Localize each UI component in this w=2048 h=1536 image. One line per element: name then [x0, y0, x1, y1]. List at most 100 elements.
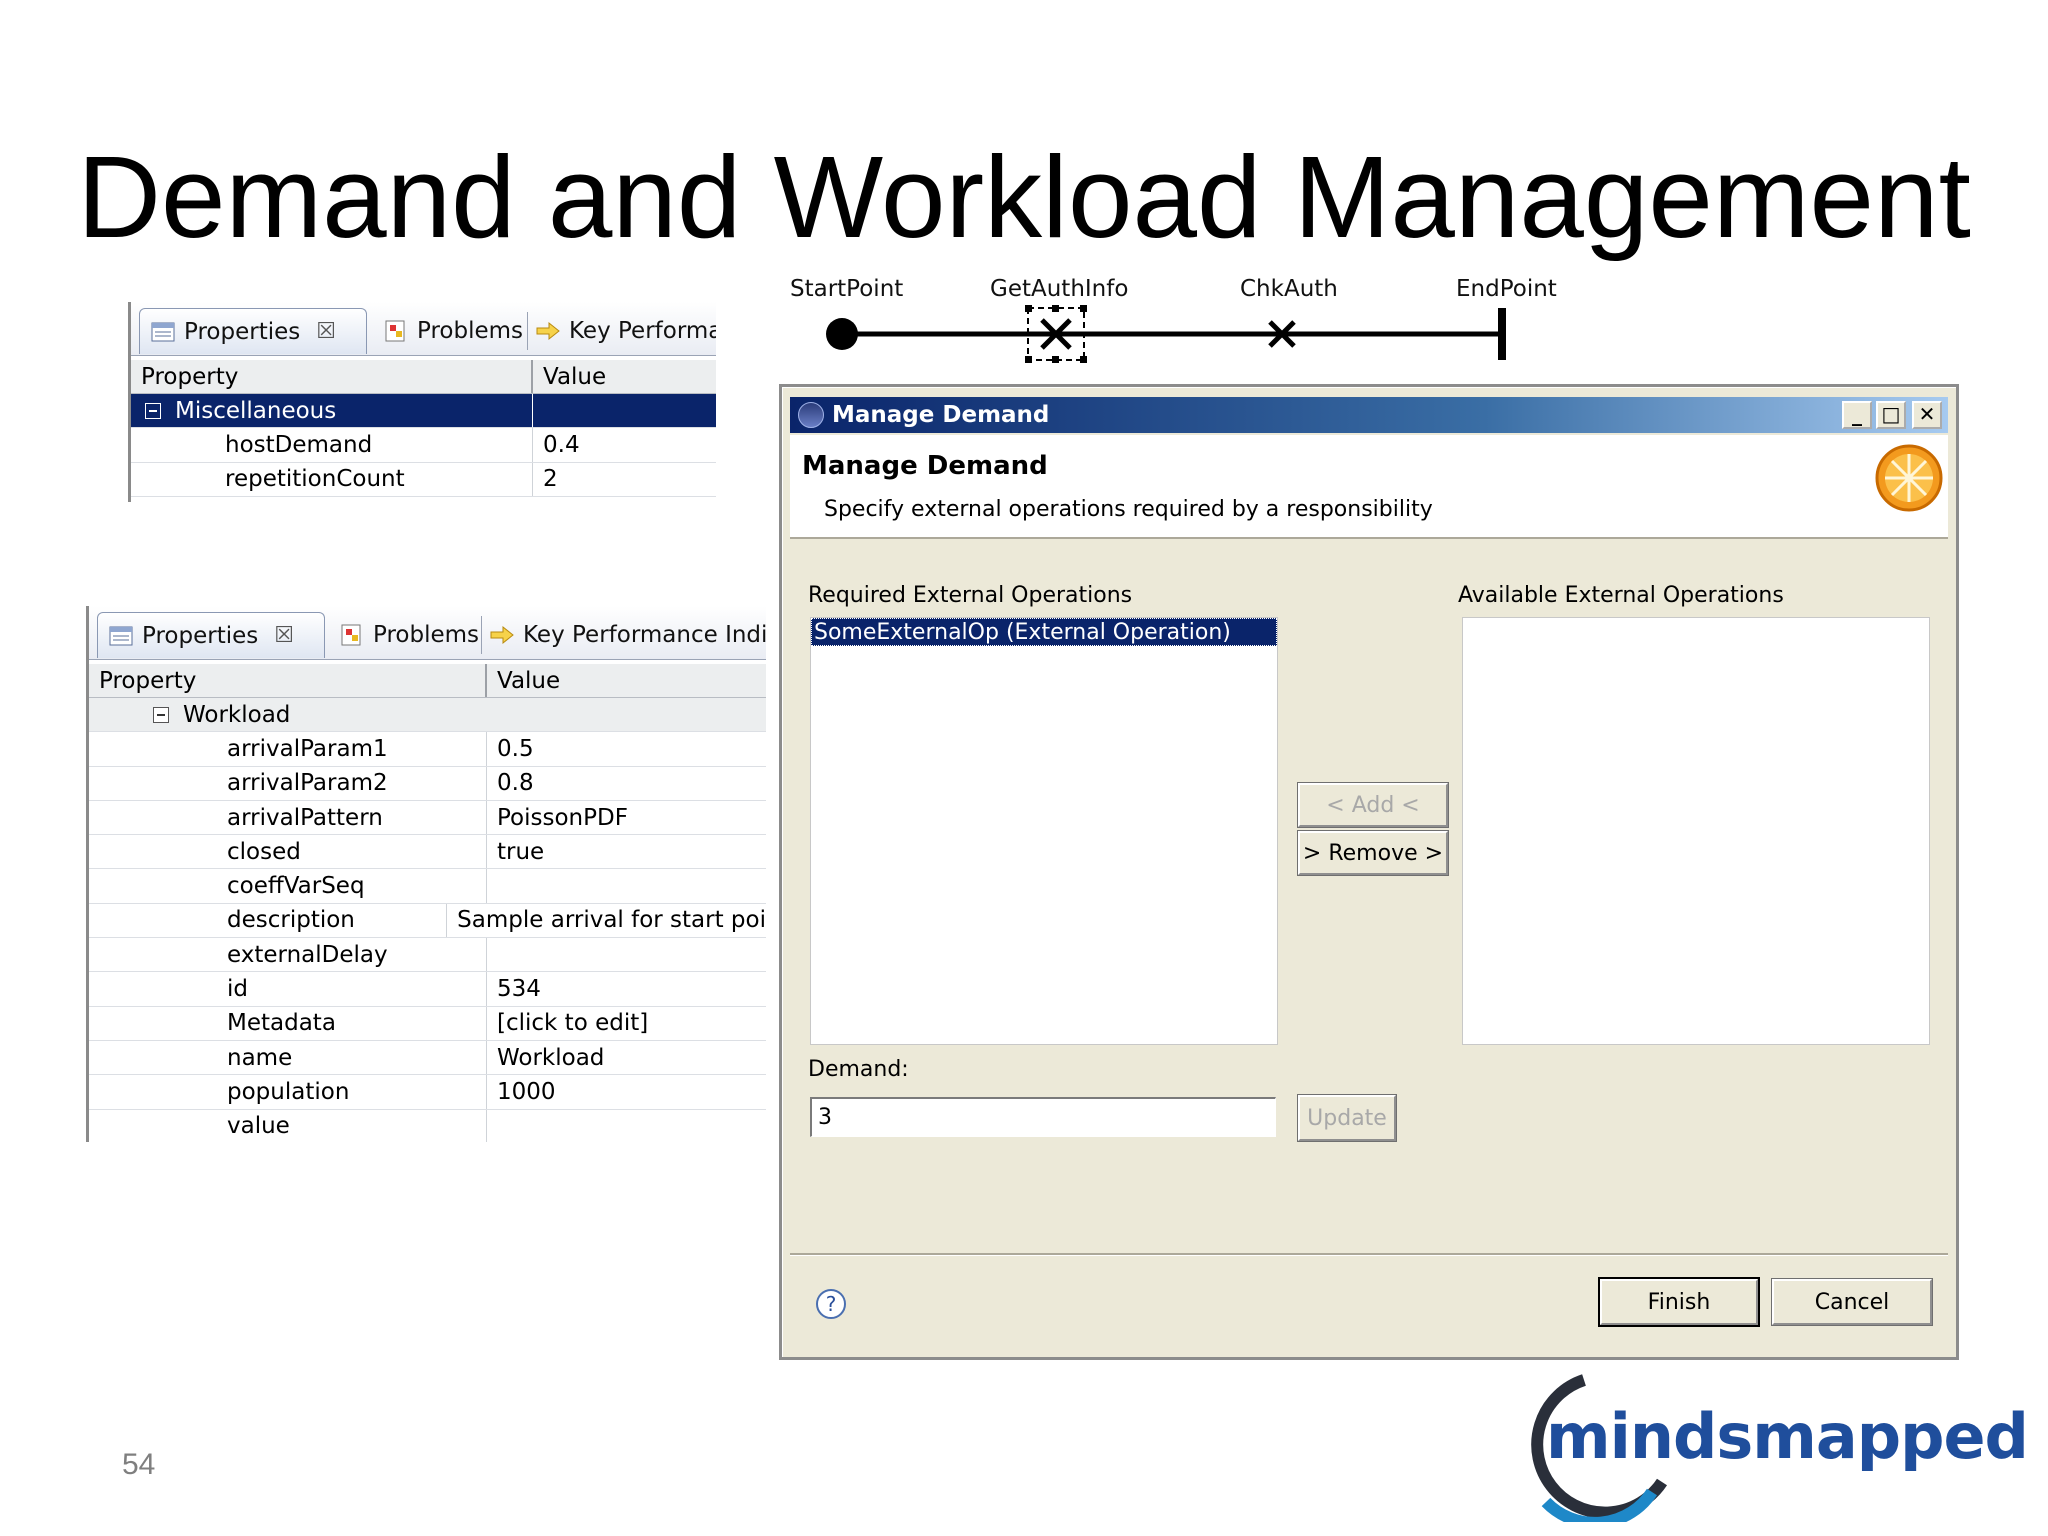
column-header-value[interactable]: Value — [487, 664, 766, 697]
flow-label-chkauth: ChkAuth — [1240, 276, 1338, 302]
dialog-heading: Manage Demand — [802, 451, 1048, 481]
collapse-icon[interactable] — [145, 402, 161, 419]
property-value[interactable]: 2 — [533, 463, 558, 496]
table-row[interactable]: id 534 — [89, 972, 766, 1007]
add-button[interactable]: < Add < — [1297, 782, 1449, 828]
tab-label: Problems — [373, 622, 480, 648]
property-value[interactable]: Workload — [487, 1041, 604, 1074]
table-row[interactable]: repetitionCount 2 — [131, 462, 716, 497]
table-row[interactable]: name Workload — [89, 1040, 766, 1076]
property-name: arrivalParam1 — [89, 732, 487, 766]
tab-key-performance[interactable]: Key Performance Indica — [489, 612, 766, 658]
logo-text: mindsmapped — [1546, 1400, 2029, 1473]
property-value[interactable]: [click to edit] — [487, 1007, 648, 1040]
required-operations-label: Required External Operations — [808, 583, 1133, 608]
table-row[interactable]: arrivalParam2 0.8 — [89, 766, 766, 801]
property-name: id — [89, 972, 487, 1006]
tab-key-performance[interactable]: Key Performa — [535, 308, 716, 354]
collapse-icon[interactable] — [153, 706, 169, 723]
dialog-titlebar[interactable]: Manage Demand _ □ ✕ — [790, 397, 1948, 433]
properties-icon — [150, 320, 176, 344]
remove-button[interactable]: > Remove > — [1297, 830, 1449, 876]
property-name: externalDelay — [89, 938, 487, 972]
tab-label: Key Performance Indica — [523, 622, 766, 648]
problems-icon — [339, 623, 365, 647]
close-icon[interactable]: ☒ — [274, 623, 294, 648]
maximize-button[interactable]: □ — [1876, 401, 1906, 429]
table-row[interactable]: externalDelay — [89, 938, 766, 973]
tab-properties[interactable]: Properties ☒ — [139, 308, 367, 354]
property-value[interactable]: Sample arrival for start poi — [447, 904, 766, 937]
column-header-value[interactable]: Value — [533, 360, 716, 393]
dialog-banner: Manage Demand Specify external operation… — [790, 435, 1948, 539]
table-row[interactable]: hostDemand 0.4 — [131, 428, 716, 463]
property-value[interactable]: true — [487, 835, 544, 868]
tab-label: Properties — [142, 622, 259, 649]
table-header: Property Value — [89, 664, 766, 698]
tab-problems[interactable]: Problems — [383, 308, 523, 354]
group-label: Workload — [183, 701, 291, 728]
table-row[interactable]: arrivalParam1 0.5 — [89, 732, 766, 767]
property-value[interactable] — [487, 869, 497, 902]
available-operations-label: Available External Operations — [1458, 583, 1784, 608]
properties-panel-bottom: Properties ☒ Problems Key Performance In… — [86, 606, 766, 1142]
orange-icon — [1875, 444, 1943, 512]
tab-properties[interactable]: Properties ☒ — [97, 612, 325, 658]
tab-problems[interactable]: Problems — [339, 612, 479, 658]
svg-text:?: ? — [826, 1292, 837, 1316]
flow-label-startpoint: StartPoint — [790, 276, 904, 302]
help-icon[interactable]: ? — [814, 1287, 848, 1321]
property-name: arrivalPattern — [89, 800, 487, 835]
property-value[interactable] — [487, 1110, 497, 1142]
table-row[interactable]: arrivalPattern PoissonPDF — [89, 800, 766, 836]
eclipse-icon — [798, 402, 824, 428]
table-row[interactable]: value — [89, 1109, 766, 1142]
property-value[interactable]: 0.4 — [533, 428, 580, 461]
demand-label: Demand: — [808, 1057, 909, 1082]
table-row[interactable]: description Sample arrival for start poi — [89, 903, 766, 939]
property-name: arrivalParam2 — [89, 766, 487, 800]
required-operations-list[interactable]: SomeExternalOp (External Operation) — [810, 617, 1278, 1045]
group-row[interactable]: Miscellaneous — [131, 394, 716, 429]
flow-label-endpoint: EndPoint — [1456, 276, 1557, 302]
list-item[interactable]: SomeExternalOp (External Operation) — [811, 618, 1277, 646]
property-name: closed — [89, 835, 487, 869]
minimize-button[interactable]: _ — [1842, 401, 1872, 429]
cancel-button[interactable]: Cancel — [1771, 1278, 1933, 1326]
properties-icon — [108, 624, 134, 648]
close-button[interactable]: ✕ — [1912, 401, 1942, 429]
property-name: coeffVarSeq — [89, 869, 487, 903]
available-operations-list[interactable] — [1462, 617, 1930, 1045]
table-row[interactable]: coeffVarSeq — [89, 869, 766, 904]
property-value[interactable]: 0.5 — [487, 732, 534, 765]
tab-label: Problems — [417, 318, 524, 344]
dialog-description: Specify external operations required by … — [824, 497, 1433, 522]
column-header-property[interactable]: Property — [89, 664, 487, 697]
properties-panel-top: Properties ☒ Problems Key Performa Prope… — [128, 302, 716, 502]
tab-label: Properties — [184, 318, 301, 345]
property-value[interactable]: PoissonPDF — [487, 801, 628, 834]
property-value[interactable] — [487, 938, 497, 971]
property-value[interactable]: 534 — [487, 972, 541, 1005]
problems-icon — [383, 319, 409, 343]
close-icon[interactable]: ☒ — [316, 319, 336, 344]
property-value[interactable]: 1000 — [487, 1075, 556, 1108]
property-table: Property Value Miscellaneous hostDemand … — [131, 360, 716, 497]
property-name: repetitionCount — [131, 462, 533, 496]
table-row[interactable]: closed true — [89, 835, 766, 870]
finish-button[interactable]: Finish — [1598, 1277, 1760, 1327]
column-header-property[interactable]: Property — [131, 360, 533, 393]
tab-bar: Properties ☒ Problems Key Performa — [131, 302, 716, 356]
group-row[interactable]: Workload — [89, 698, 766, 733]
update-button[interactable]: Update — [1297, 1094, 1397, 1142]
table-row[interactable]: Metadata [click to edit] — [89, 1006, 766, 1041]
table-row[interactable]: population 1000 — [89, 1075, 766, 1110]
property-name: value — [89, 1109, 487, 1142]
flow-label-getauthinfo: GetAuthInfo — [990, 276, 1129, 302]
property-value[interactable]: 0.8 — [487, 767, 534, 800]
property-name: description — [89, 903, 448, 938]
manage-demand-dialog: Manage Demand _ □ ✕ Manage Demand Specif… — [779, 384, 1959, 1360]
property-name: population — [89, 1075, 487, 1109]
demand-input[interactable]: 3 — [810, 1097, 1276, 1137]
group-label: Miscellaneous — [175, 397, 337, 424]
